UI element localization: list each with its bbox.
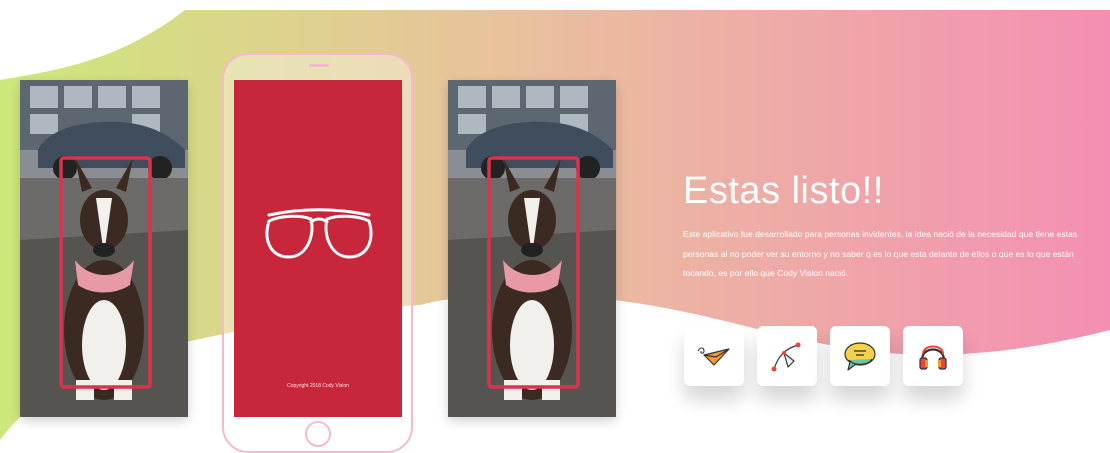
hero-section: Copyright 2018 Cody Vision Estas listo!!…: [0, 0, 1110, 453]
phone-speaker: [309, 64, 329, 67]
headphones-icon: [919, 345, 947, 370]
phone-mockup: Copyright 2018 Cody Vision: [222, 53, 413, 453]
dog-photo-right: [448, 80, 616, 417]
copyright-text: Copyright 2018 Cody Vision: [287, 383, 349, 389]
speech-bubble-icon: [844, 342, 876, 371]
feature-speech-bubble[interactable]: [830, 326, 890, 386]
hero-description: Este aplicativo fue desarrollado para pe…: [683, 229, 1078, 278]
hero-title: Estas listo!!: [683, 170, 884, 212]
feature-paper-plane[interactable]: [684, 326, 744, 386]
home-button[interactable]: [305, 421, 331, 447]
feature-headphones[interactable]: [903, 326, 963, 386]
glasses-icon: [265, 208, 373, 259]
splash-screen: Copyright 2018 Cody Vision: [234, 80, 402, 417]
paper-plane-icon: [697, 347, 730, 366]
dog-photo-left: [20, 80, 188, 417]
bezier-pen-icon: [771, 342, 801, 372]
feature-bezier-pen[interactable]: [757, 326, 817, 386]
